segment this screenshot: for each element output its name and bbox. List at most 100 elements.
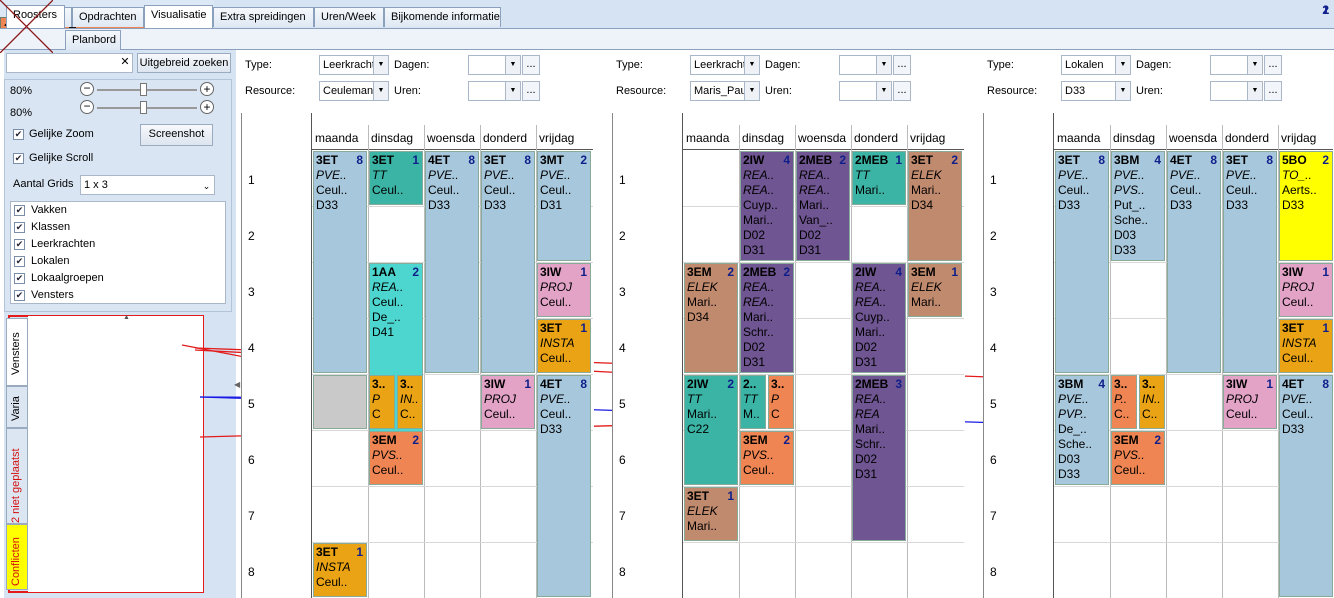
- day-header[interactable]: woensda: [427, 131, 475, 145]
- lesson-block[interactable]: [313, 375, 367, 429]
- lesson-block[interactable]: 3IW 1 PROJ Ceul..: [1223, 375, 1277, 429]
- zoom-slider-2[interactable]: [97, 101, 197, 114]
- lesson-block[interactable]: 3ET 8 PVE.. Ceul.. D33: [1055, 151, 1109, 373]
- lesson-block[interactable]: 2IW 2 TT Mari.. C22: [684, 375, 738, 485]
- lesson-block[interactable]: 2MEB 3 REA.. REA Mari.. Schr.. D02 D31: [852, 375, 906, 541]
- list-item-lokalen[interactable]: Lokalen: [31, 255, 70, 267]
- days-select[interactable]: ▼: [1210, 55, 1263, 75]
- lesson-block[interactable]: 5BO 2 TO_.. Aerts.. D33: [1279, 151, 1333, 261]
- advanced-search-button[interactable]: Uitgebreid zoeken: [137, 53, 231, 73]
- hours-more-button[interactable]: ...: [893, 81, 911, 101]
- zoom-out-icon[interactable]: −: [80, 82, 94, 96]
- vtab-vensters[interactable]: Vensters: [6, 318, 28, 386]
- lesson-block[interactable]: 3.. IN.. C..: [397, 375, 423, 429]
- list-item-klassen[interactable]: Klassen: [31, 221, 70, 233]
- list-checkbox[interactable]: ✔: [14, 290, 25, 301]
- tab-extra-spreidingen[interactable]: Extra spreidingen: [213, 7, 314, 27]
- day-header[interactable]: vrijdag: [539, 131, 574, 145]
- lesson-block[interactable]: 3EM 2 ELEK Mari.. D34: [684, 263, 738, 373]
- zoom-out-icon[interactable]: −: [80, 100, 94, 114]
- zoom-in-icon[interactable]: +: [200, 82, 214, 96]
- day-header[interactable]: maanda: [315, 131, 358, 145]
- lesson-block[interactable]: 4ET 8 PVE.. Ceul.. D33: [1279, 375, 1333, 597]
- days-more-button[interactable]: ...: [893, 55, 911, 75]
- day-header[interactable]: woensda: [798, 131, 846, 145]
- list-item-leerkrachten[interactable]: Leerkrachten: [31, 238, 95, 250]
- list-checkbox[interactable]: ✔: [14, 239, 25, 250]
- lesson-block[interactable]: 3MT 2 PVE.. Ceul.. D31: [537, 151, 591, 261]
- day-header[interactable]: vrijdag: [1281, 131, 1316, 145]
- lesson-block[interactable]: 3EM 2 PVS.. Ceul..: [369, 431, 423, 485]
- zoom-slider-thumb[interactable]: [140, 83, 147, 96]
- tab-bijkomende-informatie[interactable]: Bijkomende informatie: [384, 7, 501, 27]
- lesson-block[interactable]: 3EM 2 PVS.. Ceul..: [740, 431, 794, 485]
- resource-select[interactable]: Ceulemans ▼: [319, 81, 389, 101]
- zoom-slider-1[interactable]: [97, 83, 197, 96]
- list-checkbox[interactable]: ✔: [14, 273, 25, 284]
- lesson-block[interactable]: 3EM 1 ELEK Mari..: [908, 263, 962, 317]
- type-select[interactable]: Leerkracht ▼: [690, 55, 760, 75]
- list-checkbox[interactable]: ✔: [14, 222, 25, 233]
- hours-select[interactable]: ▼: [839, 81, 892, 101]
- day-header[interactable]: dinsdag: [742, 131, 784, 145]
- list-checkbox[interactable]: ✔: [14, 205, 25, 216]
- screenshot-button[interactable]: Screenshot: [140, 124, 213, 146]
- lesson-block[interactable]: 3ET 1 INSTA Ceul..: [537, 319, 591, 373]
- type-select[interactable]: Leerkracht ▼: [319, 55, 389, 75]
- lesson-block[interactable]: 2IW 4 REA.. REA.. Cuyp.. Mari.. D02 D31: [740, 151, 794, 261]
- lesson-block[interactable]: 3BM 4 PVE.. PVP.. De_.. Sche.. D03 D33: [1055, 375, 1109, 485]
- lesson-block[interactable]: 3BM 4 PVE.. PVS.. Put_.. Sche.. D03 D33: [1111, 151, 1165, 261]
- lesson-block[interactable]: 2.. TT M..: [740, 375, 766, 429]
- lesson-block[interactable]: 2MEB 1 TT Mari..: [852, 151, 906, 205]
- day-header[interactable]: woensda: [1169, 131, 1217, 145]
- same-zoom-checkbox[interactable]: ✔: [13, 129, 24, 140]
- day-header[interactable]: maanda: [686, 131, 729, 145]
- lesson-block[interactable]: 3ET 8 PVE.. Ceul.. D33: [313, 151, 367, 373]
- day-header[interactable]: donderd: [483, 131, 527, 145]
- same-scroll-checkbox[interactable]: ✔: [13, 153, 24, 164]
- days-more-button[interactable]: ...: [522, 55, 540, 75]
- day-header[interactable]: donderd: [1225, 131, 1269, 145]
- lesson-block[interactable]: 2MEB 2 REA.. REA.. Mari.. Van_.. D02 D31: [796, 151, 850, 261]
- lesson-block[interactable]: 3IW 1 PROJ Ceul..: [1279, 263, 1333, 317]
- lesson-block[interactable]: 3.. P.. C..: [1111, 375, 1137, 429]
- lesson-block[interactable]: 3ET 1 INSTA Ceul..: [1279, 319, 1333, 373]
- lesson-block[interactable]: 3EM 2 PVS.. Ceul..: [1111, 431, 1165, 485]
- list-item-vensters[interactable]: Vensters: [31, 289, 74, 301]
- tab-uren-week[interactable]: Uren/Week: [314, 7, 384, 27]
- day-header[interactable]: maanda: [1057, 131, 1100, 145]
- hours-more-button[interactable]: ...: [522, 81, 540, 101]
- list-checkbox[interactable]: ✔: [14, 256, 25, 267]
- tab-visualisatie[interactable]: Visualisatie: [144, 5, 213, 28]
- day-header[interactable]: vrijdag: [910, 131, 945, 145]
- collapse-arrow-icon[interactable]: ▲: [123, 314, 130, 321]
- lesson-block[interactable]: 3ET 1 TT Ceul..: [369, 151, 423, 205]
- lesson-block[interactable]: 4ET 8 PVE.. Ceul.. D33: [425, 151, 479, 373]
- type-select[interactable]: Lokalen ▼: [1061, 55, 1131, 75]
- list-item-vakken[interactable]: Vakken: [31, 204, 67, 216]
- lesson-block[interactable]: 3ET 1 ELEK Mari..: [684, 487, 738, 541]
- days-select[interactable]: ▼: [839, 55, 892, 75]
- days-more-button[interactable]: ...: [1264, 55, 1282, 75]
- lesson-block[interactable]: 3ET 2 ELEK Mari.. D34: [908, 151, 962, 261]
- lesson-block[interactable]: 2MEB 2 REA.. REA.. Mari.. Schr.. D02 D31: [740, 263, 794, 373]
- resource-select[interactable]: D33 ▼: [1061, 81, 1131, 101]
- hours-select[interactable]: ▼: [468, 81, 521, 101]
- resource-select[interactable]: Maris_Paul ▼: [690, 81, 760, 101]
- lesson-block[interactable]: 3ET 8 PVE.. Ceul.. D33: [481, 151, 535, 373]
- lesson-block[interactable]: 4ET 8 PVE.. Ceul.. D33: [537, 375, 591, 597]
- search-input[interactable]: [6, 53, 133, 73]
- hours-select[interactable]: ▼: [1210, 81, 1263, 101]
- vtab-varia[interactable]: Varia: [6, 386, 28, 428]
- lesson-block[interactable]: 2IW 4 REA.. REA.. Cuyp.. Mari.. D02 D31: [852, 263, 906, 373]
- list-item-lokaalgroepen[interactable]: Lokaalgroepen: [31, 272, 104, 284]
- days-select[interactable]: ▼: [468, 55, 521, 75]
- lesson-block[interactable]: 3.. P C: [369, 375, 395, 429]
- splitter-arrow-icon[interactable]: ◀: [234, 380, 240, 389]
- day-header[interactable]: donderd: [854, 131, 898, 145]
- lesson-block[interactable]: 3ET 1 INSTA Ceul..: [313, 543, 367, 597]
- clear-search-icon[interactable]: ✕: [118, 55, 132, 71]
- vtab-2-niet-geplaatst[interactable]: 2 niet geplaatst: [6, 428, 28, 524]
- subtab-planbord[interactable]: Planbord: [65, 30, 121, 50]
- zoom-in-icon[interactable]: +: [200, 100, 214, 114]
